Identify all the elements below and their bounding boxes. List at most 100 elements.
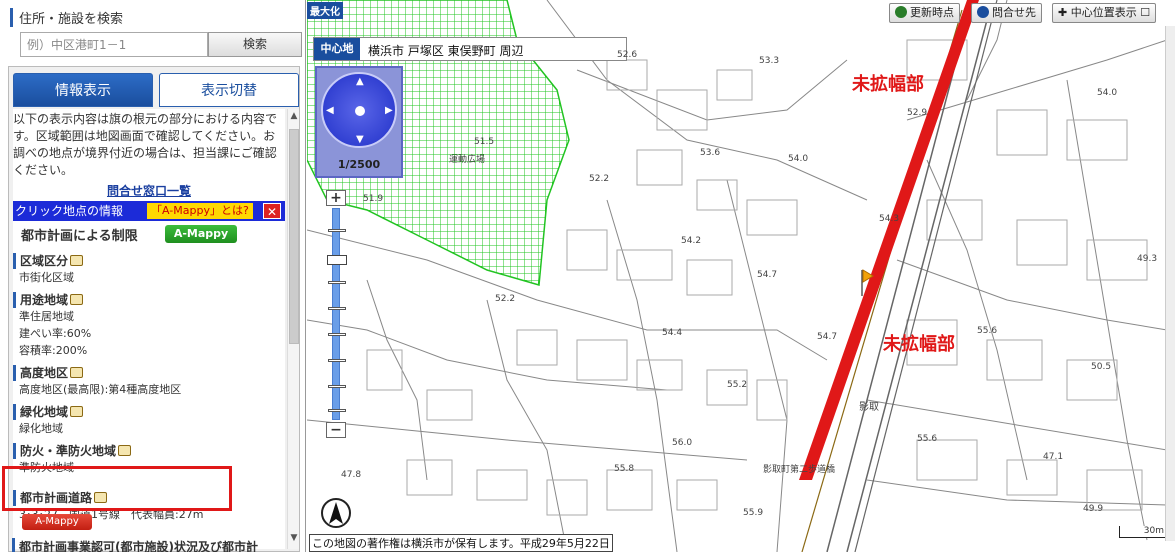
elevation-label: 52.2 [495, 294, 516, 304]
elevation-label: 50.5 [1091, 362, 1112, 372]
zoom-track[interactable] [327, 208, 347, 420]
pan-circle[interactable]: ▲ ▼ ◀ ▶ [321, 72, 397, 148]
amappy-help-link[interactable]: 「A-Mappy」とは? [147, 203, 253, 219]
scale-label: 1/2500 [337, 158, 381, 171]
scroll-thumb[interactable] [289, 129, 299, 344]
zoom-tick[interactable] [328, 229, 346, 232]
section-value: 容積率:200% [19, 344, 88, 357]
pan-up-icon[interactable]: ▲ [356, 76, 364, 87]
elevation-label: 55.2 [727, 380, 748, 390]
center-address: 横浜市 戸塚区 東俣野町 周辺 [368, 44, 524, 58]
pan-center-icon[interactable] [355, 106, 365, 116]
section-value: 市街化区域 [19, 271, 74, 284]
zoom-slider[interactable]: + − [326, 190, 348, 440]
center-label: 中心地 [314, 38, 360, 60]
left-panel: 住所・施設を検索 例）中区港町1－1 検索 情報表示 表示切替 以下の表示内容は… [0, 0, 306, 552]
section-heading: 緑化地域 [20, 405, 69, 419]
elevation-label: 53.6 [700, 148, 721, 158]
section-value: 高度地区(最高限):第4種高度地区 [19, 383, 182, 396]
map-vertical-scrollbar[interactable] [1165, 26, 1175, 541]
project-approval-heading: 都市計画事業認可(都市施設)状況及び都市計 [12, 538, 258, 552]
elevation-label: 52.9 [907, 108, 928, 118]
pan-right-icon[interactable]: ▶ [385, 105, 393, 116]
address-search-input[interactable]: 例）中区港町1－1 [20, 32, 208, 57]
elevation-label: 55.9 [743, 508, 764, 518]
center-position-label: 中心位置表示 [1070, 6, 1137, 19]
click-point-info-bar: クリック地点の情報 「A-Mappy」とは? ✕ [13, 201, 285, 221]
center-location-bar: 中心地 横浜市 戸塚区 東俣野町 周辺 [313, 37, 627, 61]
elevation-label: 54.7 [757, 270, 778, 280]
elevation-label: 51.9 [363, 194, 384, 204]
address-search-box: 住所・施設を検索 例）中区港町1－1 検索 [8, 4, 302, 60]
book-icon[interactable] [70, 294, 84, 305]
elevation-label: 47.1 [1043, 452, 1064, 462]
book-icon[interactable] [70, 255, 84, 266]
zoom-thumb[interactable] [327, 255, 347, 265]
section-height-district: 高度地区 [13, 365, 285, 381]
scroll-up-icon[interactable]: ▲ [288, 111, 300, 125]
maximize-button[interactable]: 最大化 [307, 2, 343, 19]
zoom-tick[interactable] [328, 359, 346, 362]
elevation-label: 55.8 [614, 464, 635, 474]
north-arrow-glyph [329, 502, 343, 524]
close-icon[interactable]: ✕ [263, 203, 281, 219]
map-view[interactable]: 最大化 更新時点 問合せ先 ✚ 中心位置表示 ☐ 中心地 横浜市 戸塚区 東俣野… [307, 0, 1175, 552]
scroll-down-icon[interactable]: ▼ [288, 533, 300, 547]
elevation-label: 54.2 [681, 236, 702, 246]
search-title: 住所・施設を検索 [10, 8, 123, 27]
restriction-row: 都市計画による制限 A-Mappy [13, 221, 285, 247]
place-label: 影取 [859, 402, 879, 413]
book-icon[interactable] [70, 406, 84, 417]
zoom-in-button[interactable]: + [326, 190, 346, 206]
elevation-label: 47.8 [341, 470, 362, 480]
info-scrollbar[interactable]: ▲ ▼ [287, 109, 299, 549]
amappy-red-button[interactable]: A-Mappy [22, 514, 92, 530]
book-icon[interactable] [70, 367, 84, 378]
elevation-label: 54.0 [1097, 88, 1118, 98]
plus-icon: ✚ [1058, 6, 1071, 19]
checkbox-icon[interactable]: ☐ [1137, 6, 1150, 19]
section-greening-area: 緑化地域 [13, 404, 285, 420]
scale-bar: 30m [1119, 526, 1167, 538]
update-time-icon [895, 6, 907, 18]
zoom-tick[interactable] [328, 281, 346, 284]
elevation-label: 55.6 [977, 326, 998, 336]
pan-left-icon[interactable]: ◀ [326, 105, 334, 116]
book-icon[interactable] [118, 445, 132, 456]
contact-button[interactable]: 問合せ先 [971, 3, 1042, 23]
tab-info-display[interactable]: 情報表示 [13, 73, 153, 107]
section-use-district: 用途地域 [13, 292, 285, 308]
zoom-tick[interactable] [328, 307, 346, 310]
copyright-notice: この地図の著作権は横浜市が保有します。平成29年5月22日 [309, 534, 613, 552]
section-fire-prevention: 防火・準防火地域 [13, 443, 285, 459]
search-button[interactable]: 検索 [208, 32, 302, 57]
tab-display-toggle[interactable]: 表示切替 [159, 73, 299, 107]
section-value: 建ぺい率:60% [19, 327, 92, 340]
elevation-label: 52.6 [617, 50, 638, 60]
elevation-label: 54.0 [788, 154, 809, 164]
elevation-label: 49.9 [1083, 504, 1104, 514]
section-value: 準住居地域 [19, 310, 74, 323]
section-heading: 防火・準防火地域 [20, 444, 117, 458]
contact-list-link[interactable]: 問合せ窓口一覧 [13, 182, 285, 199]
elevation-label: 54.7 [817, 332, 838, 342]
north-arrow-icon [321, 498, 351, 528]
center-position-button[interactable]: ✚ 中心位置表示 ☐ [1052, 3, 1157, 23]
section-heading: 高度地区 [20, 366, 69, 380]
elevation-label: 51.5 [474, 137, 495, 147]
section-heading: 区域区分 [20, 254, 69, 268]
zoom-tick[interactable] [328, 333, 346, 336]
elevation-label: 54.3 [879, 214, 900, 224]
zoom-tick[interactable] [328, 409, 346, 412]
pan-down-icon[interactable]: ▼ [356, 134, 364, 145]
elevation-label: 53.3 [759, 56, 780, 66]
map-canvas[interactable] [307, 0, 1175, 552]
pan-control[interactable]: ▲ ▼ ◀ ▶ 1/2500 [315, 66, 403, 178]
elevation-label: 54.4 [662, 328, 683, 338]
update-time-button[interactable]: 更新時点 [889, 3, 960, 23]
section-zoning-division: 区域区分 [13, 253, 285, 269]
amappy-button[interactable]: A-Mappy [165, 225, 237, 243]
zoom-tick[interactable] [328, 385, 346, 388]
zoom-out-button[interactable]: − [326, 422, 346, 438]
highlight-box [2, 466, 232, 511]
